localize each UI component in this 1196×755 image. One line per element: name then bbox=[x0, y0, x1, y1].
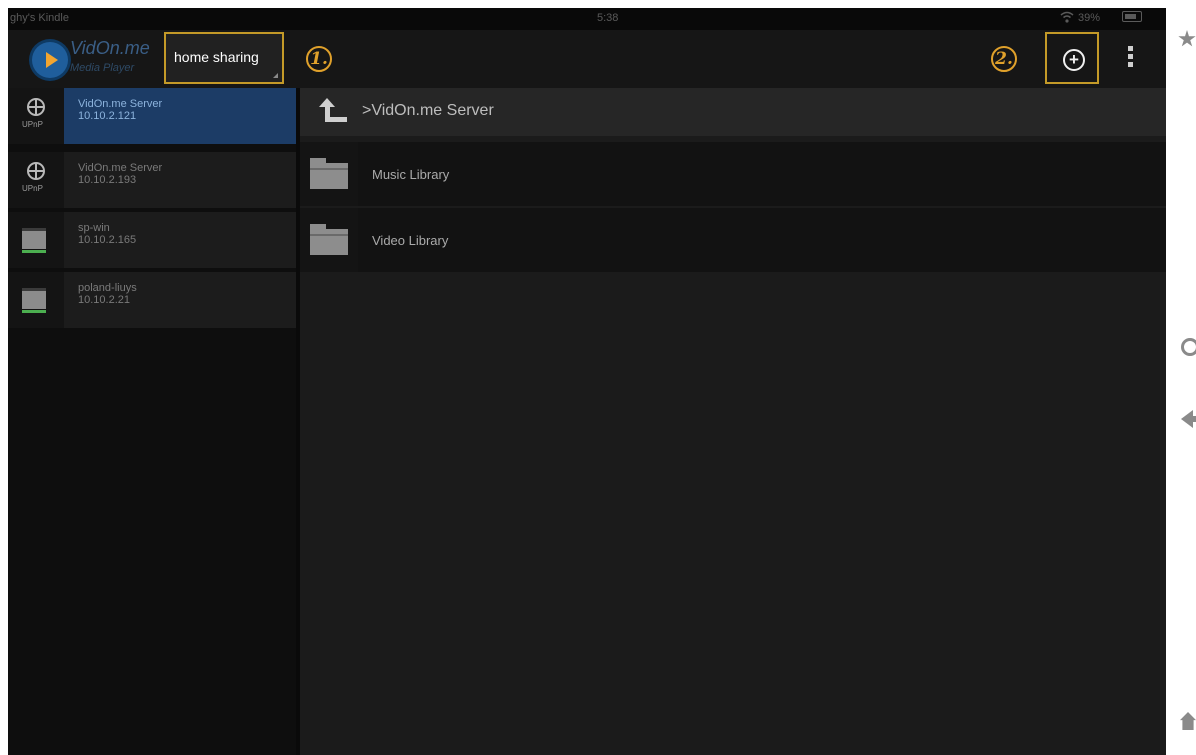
computer-icon bbox=[22, 228, 46, 253]
wifi-icon bbox=[1060, 11, 1074, 23]
upnp-label: UPnP bbox=[22, 120, 43, 129]
server-ip: 10.10.2.165 bbox=[78, 234, 137, 246]
server-ip: 10.10.2.193 bbox=[78, 174, 137, 186]
action-bar: VidOn.me Media Player home sharing 1. 2.… bbox=[8, 30, 1166, 88]
folder-label: Music Library bbox=[372, 167, 450, 182]
search-icon[interactable] bbox=[1181, 338, 1196, 356]
server-name: VidOn.me Server bbox=[78, 162, 163, 174]
battery-percent: 39% bbox=[1078, 12, 1101, 24]
server-ip: 10.10.2.21 bbox=[78, 294, 130, 306]
status-clock: 5:38 bbox=[597, 12, 619, 24]
callout-marker-2: 2. bbox=[991, 46, 1017, 72]
breadcrumb-path: >VidOn.me Server bbox=[362, 102, 494, 119]
breadcrumb: >VidOn.me Server bbox=[300, 88, 1166, 136]
server-item-poland-liuys[interactable]: poland-liuys 10.10.2.21 bbox=[8, 272, 296, 328]
callout-marker-1: 1. bbox=[306, 46, 332, 72]
up-folder-icon[interactable] bbox=[318, 98, 347, 124]
dropdown-corner-icon bbox=[273, 73, 278, 78]
folder-label: Video Library bbox=[372, 233, 449, 248]
app-window: ghy's Kindle 5:38 39% VidOn.me Media Pla… bbox=[8, 8, 1166, 755]
battery-icon bbox=[1122, 11, 1142, 22]
source-dropdown-label: home sharing bbox=[174, 49, 259, 65]
overflow-menu-button[interactable] bbox=[1122, 44, 1138, 74]
add-circle-icon: + bbox=[1063, 49, 1085, 71]
add-server-button[interactable]: + bbox=[1045, 32, 1099, 84]
app-logo-title: VidOn.me bbox=[70, 38, 150, 58]
folder-icon bbox=[310, 158, 348, 189]
app-logo-subtitle: Media Player bbox=[70, 62, 135, 74]
server-name: VidOn.me Server bbox=[78, 98, 163, 110]
menu-dot-icon bbox=[1127, 54, 1133, 59]
server-list: UPnP VidOn.me Server 10.10.2.121 UPnP Vi… bbox=[8, 88, 296, 755]
folder-item-music-library[interactable]: Music Library bbox=[300, 142, 1166, 206]
menu-dot-icon bbox=[1127, 62, 1133, 67]
upnp-label: UPnP bbox=[22, 184, 43, 193]
back-icon-tail bbox=[1191, 416, 1196, 422]
server-item-vidon-193[interactable]: UPnP VidOn.me Server 10.10.2.193 bbox=[8, 152, 296, 208]
device-nav-rail bbox=[1166, 0, 1196, 755]
server-item-vidon-121[interactable]: UPnP VidOn.me Server 10.10.2.121 bbox=[8, 88, 296, 144]
folder-browser: >VidOn.me Server Music Library Video Lib… bbox=[300, 88, 1166, 755]
server-ip: 10.10.2.121 bbox=[78, 110, 137, 122]
menu-dot-icon bbox=[1127, 46, 1133, 51]
folder-item-video-library[interactable]: Video Library bbox=[300, 208, 1166, 272]
device-name: ghy's Kindle bbox=[10, 12, 69, 24]
upnp-globe-icon bbox=[27, 98, 45, 116]
server-item-sp-win[interactable]: sp-win 10.10.2.165 bbox=[8, 212, 296, 268]
app-logo-icon bbox=[32, 42, 68, 78]
source-dropdown[interactable]: home sharing bbox=[164, 32, 284, 84]
server-name: poland-liuys bbox=[78, 282, 137, 294]
server-name: sp-win bbox=[78, 222, 110, 234]
folder-icon bbox=[310, 224, 348, 255]
status-bar: ghy's Kindle 5:38 39% bbox=[8, 8, 1166, 30]
upnp-globe-icon bbox=[27, 162, 45, 180]
computer-icon bbox=[22, 288, 46, 313]
